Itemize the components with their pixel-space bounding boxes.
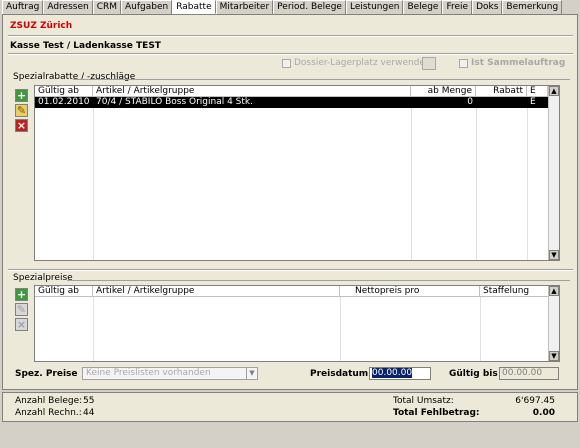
sammelauftrag-label: Ist Sammelauftrag xyxy=(471,58,566,68)
tab-auftrag[interactable]: Auftrag xyxy=(2,0,44,14)
spezialpreise-title: Spezialpreise xyxy=(13,273,73,283)
column-line xyxy=(93,286,94,361)
col-rabatt[interactable]: Rabatt xyxy=(476,86,527,96)
preisdatum-value: 00.00.00 xyxy=(372,368,413,378)
col-e[interactable]: E xyxy=(527,86,548,96)
group-line xyxy=(67,280,570,281)
col-artikel[interactable]: Artikel / Artikelgruppe xyxy=(93,86,411,96)
gueltig-bis-input[interactable]: 00.00.00 xyxy=(499,367,559,380)
tab-aufgaben[interactable]: Aufgaben xyxy=(121,0,173,14)
kasse-name: Kasse Test / Ladenkasse TEST xyxy=(10,41,161,51)
tab-rabatte[interactable]: Rabatte xyxy=(172,0,216,14)
sammelauftrag-option[interactable]: Ist Sammelauftrag xyxy=(459,58,565,68)
tab-crm[interactable]: CRM xyxy=(92,0,122,14)
tab-belege[interactable]: Belege xyxy=(403,0,443,14)
grid-header: Gültig ab Artikel / Artikelgruppe Nettop… xyxy=(35,286,559,297)
column-line xyxy=(480,286,481,361)
tab-period-belege[interactable]: Period. Belege xyxy=(273,0,346,14)
tab-adressen[interactable]: Adressen xyxy=(43,0,93,14)
edit-preis-icon[interactable]: ✎ xyxy=(15,303,28,316)
gueltig-bis-value: 00.00.00 xyxy=(502,368,543,378)
total-fehlbetrag-value: 0.00 xyxy=(532,408,555,418)
add-preis-icon[interactable]: + xyxy=(15,288,28,301)
col-artikel[interactable]: Artikel / Artikelgruppe xyxy=(93,286,340,296)
group-line xyxy=(73,79,570,80)
scroll-up-icon[interactable]: ▲ xyxy=(549,286,559,296)
delete-preis-icon[interactable]: × xyxy=(15,318,28,331)
col-gueltig-ab[interactable]: Gültig ab xyxy=(35,286,93,296)
divider xyxy=(8,53,573,55)
sammelauftrag-checkbox[interactable] xyxy=(459,58,468,68)
spezialrabatte-title: Spezialrabatte / -zuschläge xyxy=(13,72,136,82)
col-ab-menge[interactable]: ab Menge xyxy=(411,86,476,96)
table-row[interactable]: 01.02.2010 70/4 / STABILO Boss Original … xyxy=(35,97,548,108)
preisliste-select[interactable]: Keine Preislisten vorhanden ▼ xyxy=(82,367,258,380)
tab-mitarbeiter[interactable]: Mitarbeiter xyxy=(215,0,274,14)
column-line xyxy=(527,86,528,260)
total-umsatz-value: 6'697.45 xyxy=(515,396,555,406)
chevron-down-icon[interactable]: ▼ xyxy=(246,368,257,379)
cell-gueltig-ab: 01.02.2010 xyxy=(38,97,90,107)
anzahl-rechn-value: 44 xyxy=(83,408,95,418)
spezialpreise-grid[interactable]: Gültig ab Artikel / Artikelgruppe Nettop… xyxy=(34,285,560,362)
anzahl-belege-value: 55 xyxy=(83,396,95,406)
rabatte-panel: ZSUZ Zürich Kasse Test / Ladenkasse TEST… xyxy=(2,14,578,390)
gueltig-bis-label: Gültig bis xyxy=(449,369,498,379)
scroll-down-icon[interactable]: ▼ xyxy=(549,250,559,260)
vertical-scrollbar[interactable]: ▲ ▼ xyxy=(548,286,559,361)
column-line xyxy=(340,286,341,361)
spez-preise-label: Spez. Preise xyxy=(15,369,78,379)
scroll-up-icon[interactable]: ▲ xyxy=(549,86,559,96)
delete-rabatt-icon[interactable]: × xyxy=(15,119,28,132)
cell-e: E xyxy=(530,97,536,107)
tab-bar: Auftrag Adressen CRM Aufgaben Rabatte Mi… xyxy=(2,0,563,14)
dossier-label: Dossier-Lagerplatz verwenden xyxy=(294,58,431,68)
footer-stats: Anzahl Belege: 55 Anzahl Rechn.: 44 Tota… xyxy=(2,392,578,422)
tab-bemerkung[interactable]: Bemerkung xyxy=(502,0,563,14)
cell-ab-menge: 0 xyxy=(467,97,473,107)
column-line xyxy=(411,86,412,260)
cell-artikel: 70/4 / STABILO Boss Original 4 Stk. xyxy=(96,97,253,107)
dossier-checkbox[interactable] xyxy=(282,58,291,68)
dossier-option[interactable]: Dossier-Lagerplatz verwenden xyxy=(282,58,431,68)
grid-header: Gültig ab Artikel / Artikelgruppe ab Men… xyxy=(35,86,559,97)
company-name: ZSUZ Zürich xyxy=(10,21,73,31)
tab-doks[interactable]: Doks xyxy=(472,0,503,14)
anzahl-rechn-label: Anzahl Rechn.: xyxy=(15,408,82,418)
column-line xyxy=(93,86,94,260)
preisliste-value: Keine Preislisten vorhanden xyxy=(86,368,211,378)
total-fehlbetrag-label: Total Fehlbetrag: xyxy=(393,408,480,418)
preisdatum-label: Preisdatum xyxy=(310,369,369,379)
anzahl-belege-label: Anzahl Belege: xyxy=(15,396,83,406)
divider xyxy=(8,35,573,37)
preisdatum-input[interactable]: 00.00.00 xyxy=(369,367,431,380)
scroll-down-icon[interactable]: ▼ xyxy=(549,351,559,361)
column-line xyxy=(476,86,477,260)
vertical-scrollbar[interactable]: ▲ ▼ xyxy=(548,86,559,260)
tab-leistungen[interactable]: Leistungen xyxy=(345,0,404,14)
col-staffelung[interactable]: Staffelung xyxy=(480,286,550,296)
cell-rabatt xyxy=(476,97,527,108)
total-umsatz-label: Total Umsatz: xyxy=(393,396,454,406)
edit-rabatt-icon[interactable]: ✎ xyxy=(15,104,28,117)
divider xyxy=(8,269,573,271)
add-rabatt-icon[interactable]: + xyxy=(15,89,28,102)
edit-lagerplatz-button[interactable] xyxy=(422,57,436,70)
col-nettopreis[interactable]: Nettopreis pro xyxy=(340,286,480,296)
tab-freie[interactable]: Freie xyxy=(442,0,473,14)
spezialrabatte-grid[interactable]: Gültig ab Artikel / Artikelgruppe ab Men… xyxy=(34,85,560,261)
col-gueltig-ab[interactable]: Gültig ab xyxy=(35,86,93,96)
